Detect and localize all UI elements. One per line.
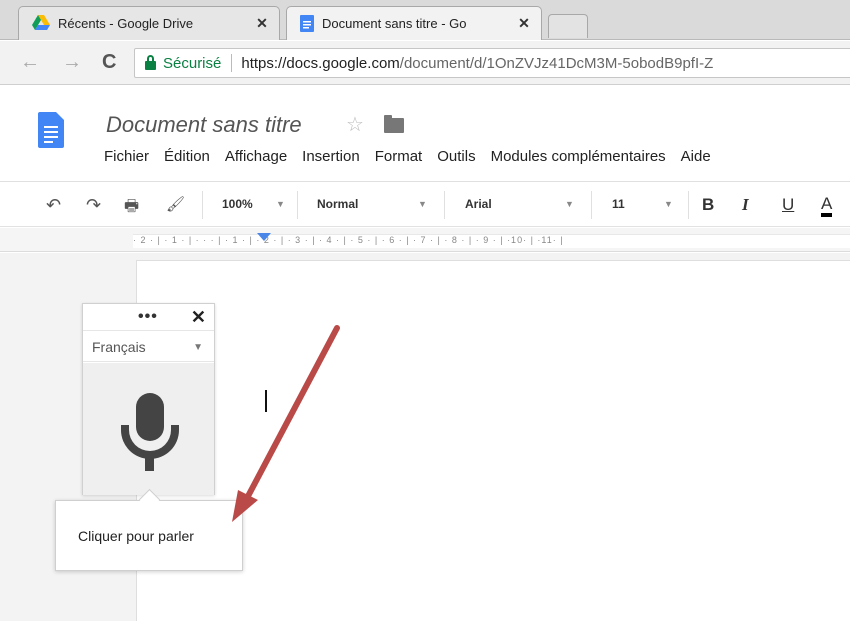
bold-button[interactable]: B <box>702 195 714 215</box>
url-bar[interactable]: Sécurisé https://docs.google.com/documen… <box>134 48 850 78</box>
menu-affichage[interactable]: Affichage <box>225 148 287 165</box>
underline-button[interactable]: U <box>782 195 794 215</box>
italic-button[interactable]: I <box>742 195 749 215</box>
menu-modules[interactable]: Modules complémentaires <box>491 148 666 165</box>
url-divider <box>231 54 233 72</box>
lock-icon <box>145 54 156 70</box>
docs-header: Document sans titre ☆ Fichier Édition Af… <box>0 86 850 182</box>
docs-logo-icon[interactable] <box>38 112 64 148</box>
ruler: · 2 · | · 1 · | · · · | · 1 · | · 2 · | … <box>0 228 850 252</box>
text-color-button[interactable]: A <box>821 195 833 217</box>
star-icon[interactable]: ☆ <box>346 112 364 137</box>
chevron-down-icon[interactable]: ▼ <box>276 199 285 209</box>
menu-format[interactable]: Format <box>375 148 423 165</box>
voice-typing-panel: ••• ✕ Français ▼ <box>82 303 215 495</box>
document-page[interactable] <box>136 260 850 621</box>
address-bar-row: ← → C Sécurisé https://docs.google.com/d… <box>0 41 850 85</box>
menu-outils[interactable]: Outils <box>437 148 475 165</box>
back-arrow-icon[interactable]: ← <box>20 51 40 74</box>
folder-icon[interactable] <box>384 115 404 133</box>
paint-format-icon[interactable]: 🖌 <box>166 195 185 213</box>
tab-title: Document sans titre - Go <box>322 15 467 31</box>
language-select[interactable]: Français ▼ <box>83 332 214 362</box>
close-tab-icon[interactable]: ✕ <box>516 15 532 32</box>
voice-panel-header[interactable]: ••• ✕ <box>83 304 214 331</box>
tab-title: Récents - Google Drive <box>58 15 194 31</box>
menu-bar: Fichier Édition Affichage Insertion Form… <box>104 148 726 165</box>
chevron-down-icon[interactable]: ▼ <box>565 199 574 209</box>
docs-icon <box>300 14 314 32</box>
menu-aide[interactable]: Aide <box>681 148 711 165</box>
document-title[interactable]: Document sans titre <box>106 112 302 138</box>
url-host: https://docs.google.com <box>241 54 400 72</box>
forward-arrow-icon[interactable]: → <box>62 51 82 74</box>
redo-icon[interactable]: ↷ <box>86 195 101 216</box>
url-path: /document/d/1OnZVJz41DcM3M-5obodB9pfI-Z <box>399 54 714 72</box>
print-icon[interactable]: 🖶 <box>124 195 139 222</box>
google-drive-icon <box>32 15 50 30</box>
indent-marker-icon[interactable] <box>257 233 271 241</box>
browser-tab-strip: Récents - Google Drive ✕ Document sans t… <box>0 0 850 40</box>
tooltip: Cliquer pour parler <box>55 500 243 571</box>
more-icon[interactable]: ••• <box>138 308 158 326</box>
chevron-down-icon[interactable]: ▼ <box>664 199 673 209</box>
tooltip-text: Cliquer pour parler <box>78 528 194 544</box>
language-label: Français <box>92 339 146 355</box>
secure-label: Sécurisé <box>163 54 222 72</box>
secure-indicator[interactable]: Sécurisé <box>145 54 222 72</box>
style-select[interactable]: Normal <box>317 197 358 211</box>
zoom-select[interactable]: 100% <box>222 197 253 211</box>
chevron-down-icon[interactable]: ▼ <box>418 199 427 209</box>
menu-edition[interactable]: Édition <box>164 148 210 165</box>
tab-document[interactable]: Document sans titre - Go ✕ <box>286 6 542 40</box>
font-size-select[interactable]: 11 <box>612 197 625 211</box>
menu-fichier[interactable]: Fichier <box>104 148 149 165</box>
microphone-button[interactable] <box>83 363 214 495</box>
new-tab-button[interactable] <box>548 14 588 38</box>
close-tab-icon[interactable]: ✕ <box>254 15 270 32</box>
tab-google-drive[interactable]: Récents - Google Drive ✕ <box>18 6 280 40</box>
font-select[interactable]: Arial <box>465 197 492 211</box>
undo-icon[interactable]: ↶ <box>46 195 61 216</box>
formatting-toolbar: ↶ ↷ 🖶 🖌 100% ▼ Normal ▼ Arial ▼ 11 ▼ B I… <box>0 183 850 227</box>
close-icon[interactable]: ✕ <box>191 307 206 328</box>
chevron-down-icon: ▼ <box>193 342 203 353</box>
text-cursor <box>265 390 267 412</box>
ruler-scale: · 2 · | · 1 · | · · · | · 1 · | · 2 · | … <box>133 234 850 248</box>
reload-icon[interactable]: C <box>102 51 116 74</box>
menu-insertion[interactable]: Insertion <box>302 148 360 165</box>
